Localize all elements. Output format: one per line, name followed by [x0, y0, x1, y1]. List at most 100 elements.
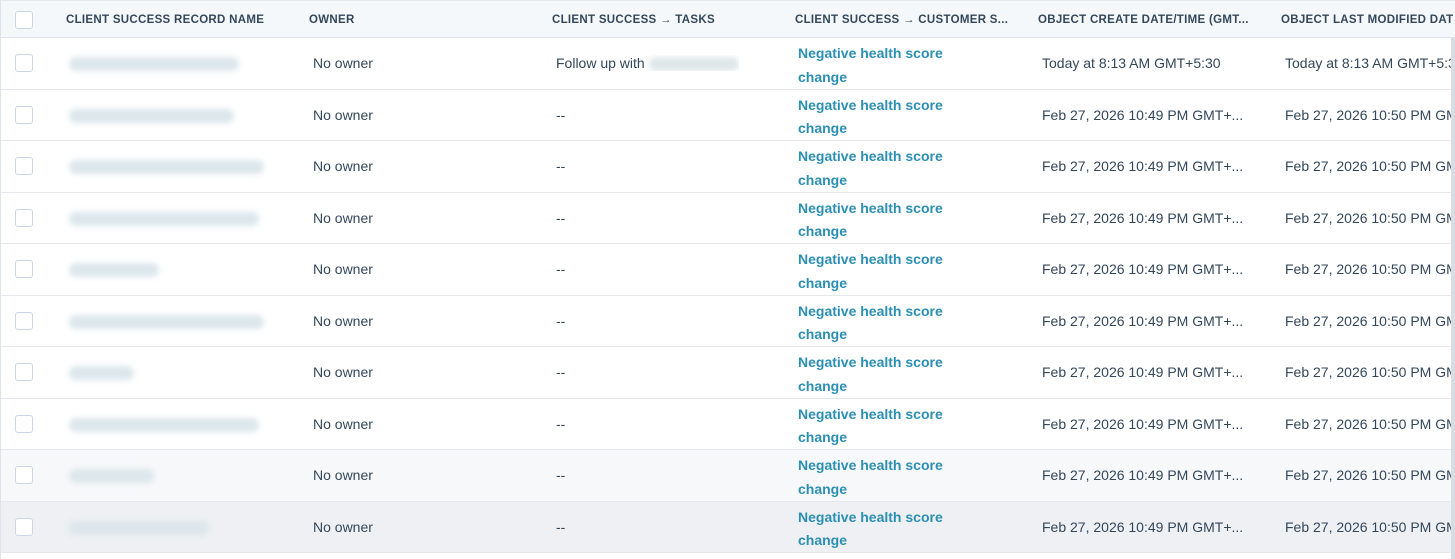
last-modified-cell: Feb 27, 2026 10:50 PM GM — [1285, 312, 1452, 329]
table-row[interactable]: No owner -- Negative health score change Feb… — [1, 244, 1455, 296]
customer-status-line2: change — [798, 171, 848, 188]
last-modified-cell: Today at 8:13 AM GMT+5:3 — [1285, 55, 1452, 71]
column-header-tasks[interactable]: CLIENT SUCCESS → TASKS — [552, 1, 782, 39]
record-name-redacted[interactable] — [69, 366, 134, 380]
create-date-cell: Feb 27, 2026 10:49 PM GMT+... — [1042, 261, 1244, 277]
customer-status-link[interactable]: Negative health score change — [798, 300, 988, 347]
tasks-text: -- — [556, 261, 566, 277]
column-header-create-date[interactable]: OBJECT CREATE DATE/TIME (GMT... — [1038, 1, 1268, 39]
customer-status-line2: change — [798, 326, 848, 342]
create-date-cell: Feb 27, 2026 10:49 PM GMT+... — [1042, 312, 1244, 329]
customer-status-link[interactable]: Negative health score change — [798, 94, 988, 141]
customer-status-line2: change — [798, 68, 848, 85]
row-checkbox[interactable] — [15, 157, 33, 175]
last-modified-cell: Feb 27, 2026 10:50 PM GM — [1285, 106, 1452, 123]
create-date-cell: Feb 27, 2026 10:49 PM GMT+... — [1042, 209, 1244, 226]
customer-status-link[interactable]: Negative health score change — [798, 351, 988, 398]
customer-status-line1: Negative health score — [798, 96, 943, 113]
customer-status-link[interactable]: Negative health score change — [798, 42, 988, 89]
record-name-redacted[interactable] — [69, 57, 239, 71]
customer-status-link[interactable]: Negative health score change — [798, 145, 988, 192]
record-name-redacted[interactable] — [69, 469, 154, 483]
customer-status-line2: change — [798, 532, 848, 548]
row-checkbox[interactable] — [15, 466, 33, 484]
tasks-text: -- — [556, 364, 566, 380]
tasks-cell: -- — [556, 261, 565, 277]
tasks-text: -- — [556, 106, 566, 123]
table-row[interactable]: No owner -- Negative health score change Feb… — [1, 450, 1455, 502]
customer-status-line2: change — [798, 120, 848, 136]
row-checkbox[interactable] — [15, 208, 33, 227]
record-name-redacted[interactable] — [69, 108, 234, 123]
record-name-redacted[interactable] — [69, 520, 209, 535]
owner-cell: No owner — [313, 106, 373, 123]
customer-status-line1: Negative health score — [798, 508, 943, 525]
table-row[interactable]: No owner -- Negative health score change Feb… — [1, 89, 1455, 141]
customer-status-line1: Negative health score — [798, 45, 943, 61]
record-name-redacted[interactable] — [69, 314, 264, 329]
customer-status-line2: change — [798, 429, 848, 445]
column-header-last-modified[interactable]: OBJECT LAST MODIFIED DAT — [1281, 1, 1455, 39]
tasks-cell: -- — [556, 416, 565, 432]
last-modified-cell: Feb 27, 2026 10:50 PM GM — [1285, 261, 1452, 277]
table-row[interactable]: No owner -- Negative health score change Feb… — [1, 295, 1455, 347]
row-checkbox[interactable] — [15, 311, 33, 330]
client-success-table: CLIENT SUCCESS RECORD NAME OWNER CLIENT … — [0, 0, 1455, 559]
table-row[interactable]: No owner Follow up with Negative health sc… — [1, 38, 1455, 90]
customer-status-link[interactable]: Negative health score change — [798, 197, 988, 244]
customer-status-line2: change — [798, 377, 848, 394]
column-header-owner[interactable]: OWNER — [309, 1, 539, 39]
customer-status-link[interactable]: Negative health score change — [798, 506, 988, 553]
create-date-cell: Feb 27, 2026 10:49 PM GMT+... — [1042, 415, 1244, 432]
customer-status-link[interactable]: Negative health score change — [798, 248, 988, 295]
row-checkbox[interactable] — [15, 260, 33, 278]
customer-status-line1: Negative health score — [798, 148, 943, 164]
owner-cell: No owner — [313, 518, 373, 535]
select-all-checkbox[interactable] — [15, 11, 33, 29]
row-checkbox[interactable] — [15, 363, 33, 381]
customer-status-line2: change — [798, 223, 848, 239]
tasks-text: -- — [556, 518, 566, 535]
table-row[interactable]: No owner -- Negative health score change Feb… — [1, 141, 1455, 193]
record-name-redacted[interactable] — [69, 160, 264, 174]
customer-status-link[interactable]: Negative health score change — [798, 403, 988, 450]
owner-cell: No owner — [313, 312, 373, 329]
row-checkbox[interactable] — [15, 105, 33, 124]
tasks-cell: Follow up with — [556, 55, 739, 72]
table-row[interactable]: No owner -- Negative health score change Feb… — [1, 501, 1455, 553]
customer-status-line2: change — [798, 274, 848, 291]
tasks-text: -- — [556, 158, 566, 174]
record-name-redacted[interactable] — [69, 263, 159, 277]
customer-status-link[interactable]: Negative health score change — [798, 454, 988, 501]
tasks-cell: -- — [556, 210, 565, 226]
last-modified-cell: Feb 27, 2026 10:50 PM GM — [1285, 415, 1452, 432]
row-checkbox[interactable] — [15, 517, 33, 536]
last-modified-cell: Feb 27, 2026 10:50 PM GM — [1285, 518, 1452, 535]
tasks-cell: -- — [556, 467, 565, 483]
table-row[interactable]: No owner -- Negative health score change Feb… — [1, 192, 1455, 244]
tasks-cell: -- — [556, 158, 565, 174]
owner-cell: No owner — [313, 364, 373, 380]
tasks-cell: -- — [556, 107, 565, 123]
tasks-cell: -- — [556, 313, 565, 329]
column-header-record-name[interactable]: CLIENT SUCCESS RECORD NAME — [66, 1, 296, 39]
table-row[interactable]: No owner -- Negative health score change Feb… — [1, 398, 1455, 450]
column-header-customer-status[interactable]: CLIENT SUCCESS → CUSTOMER S... — [795, 1, 1025, 39]
owner-cell: No owner — [313, 467, 373, 483]
record-name-redacted[interactable] — [69, 417, 259, 432]
tasks-cell: -- — [556, 364, 565, 380]
tasks-text: -- — [556, 415, 566, 432]
owner-cell: No owner — [313, 415, 373, 432]
customer-status-line1: Negative health score — [798, 457, 943, 473]
create-date-cell: Feb 27, 2026 10:49 PM GMT+... — [1042, 518, 1244, 535]
row-checkbox[interactable] — [15, 414, 33, 433]
table-header-row: CLIENT SUCCESS RECORD NAME OWNER CLIENT … — [1, 0, 1455, 38]
owner-cell: No owner — [313, 55, 373, 71]
owner-cell: No owner — [313, 261, 373, 277]
record-name-redacted[interactable] — [69, 211, 259, 226]
create-date-cell: Feb 27, 2026 10:49 PM GMT+... — [1042, 158, 1244, 174]
table-row[interactable]: No owner -- Negative health score change Feb… — [1, 347, 1455, 399]
row-checkbox[interactable] — [15, 54, 33, 72]
last-modified-cell: Feb 27, 2026 10:50 PM GM — [1285, 209, 1452, 226]
tasks-text: -- — [556, 467, 566, 483]
